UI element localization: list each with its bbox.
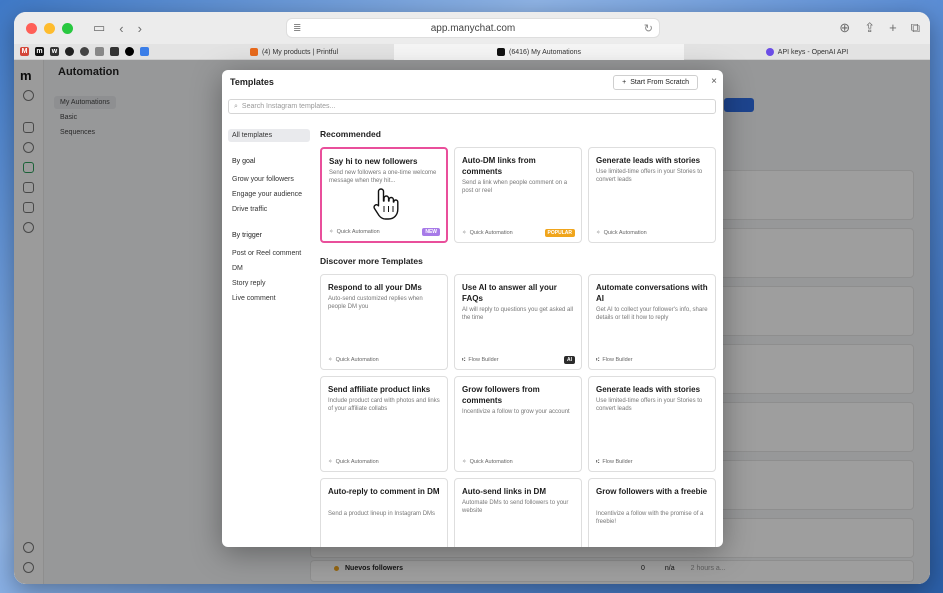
template-card[interactable]: Grow followers from comments Incentivize… (454, 376, 582, 472)
template-card[interactable]: Auto-DM links from comments Send a link … (454, 147, 582, 243)
sparkle-icon: ✧ (462, 459, 467, 465)
site-favicon-icon[interactable] (110, 47, 119, 56)
manychat-favicon-icon (497, 48, 505, 56)
zoom-window-button[interactable] (62, 22, 73, 34)
tab-bar: M m w (4) My products | Printful (6416) … (14, 44, 930, 60)
openai-favicon-icon (765, 48, 774, 56)
tab-overview-icon[interactable]: ⧉ (911, 20, 920, 36)
filter-dm[interactable]: DM (228, 262, 247, 275)
site-favicon-icon[interactable]: w (50, 47, 59, 56)
sparkle-icon: ✧ (329, 229, 334, 235)
gmail-favicon-icon[interactable]: M (20, 47, 29, 56)
filter-live-comment[interactable]: Live comment (228, 292, 280, 305)
minimize-window-button[interactable] (44, 22, 55, 34)
close-window-button[interactable] (26, 22, 37, 34)
plus-icon: + (622, 79, 627, 86)
templates-modal: Templates + Start From Scratch × ⌕ Searc… (222, 70, 723, 547)
template-card[interactable]: Send affiliate product links Include pro… (320, 376, 448, 472)
site-favicon-icon[interactable] (80, 47, 89, 56)
browser-titlebar: ▭ ‹ › ≣ app.manychat.com ↻ ⊕ ⇪ + ⧉ (14, 12, 930, 44)
tab-my-automations[interactable]: (6416) My Automations (394, 44, 684, 60)
sparkle-icon: ✧ (596, 230, 601, 236)
template-card[interactable]: Generate leads with stories Use limited-… (588, 147, 716, 243)
sparkle-icon: ✧ (328, 357, 333, 363)
flow-icon: ⑆ (462, 357, 466, 363)
site-favicon-icon[interactable] (140, 47, 149, 56)
filter-all-templates[interactable]: All templates (228, 129, 310, 142)
ai-badge: AI (564, 356, 575, 364)
reader-icon[interactable]: ≣ (293, 23, 301, 34)
url-text: app.manychat.com (430, 22, 516, 34)
sparkle-icon: ✧ (328, 459, 333, 465)
new-tab-icon[interactable]: + (889, 20, 897, 36)
site-favicon-icon[interactable] (95, 47, 104, 56)
hand-pointer-icon (373, 188, 399, 220)
forward-icon[interactable]: › (138, 21, 142, 36)
filter-heading-goal: By goal (232, 158, 256, 165)
filter-post-reel-comment[interactable]: Post or Reel comment (228, 247, 305, 260)
download-icon[interactable]: ⊕ (839, 20, 850, 36)
site-favicon-icon[interactable] (65, 47, 74, 56)
filter-grow-followers[interactable]: Grow your followers (228, 173, 298, 186)
tab-openai[interactable]: API keys - OpenAI API (684, 44, 930, 60)
flow-icon: ⑆ (596, 357, 600, 363)
search-icon: ⌕ (234, 102, 238, 110)
template-card[interactable]: Generate leads with stories Use limited-… (588, 376, 716, 472)
modal-title: Templates (230, 77, 274, 87)
filter-heading-trigger: By trigger (232, 232, 262, 239)
tab-printful[interactable]: (4) My products | Printful (194, 44, 394, 60)
new-badge: NEW (422, 228, 440, 236)
manychat-favicon-icon[interactable]: m (35, 47, 44, 56)
filter-story-reply[interactable]: Story reply (228, 277, 269, 290)
sparkle-icon: ✧ (462, 230, 467, 236)
flow-icon: ⑆ (596, 459, 600, 465)
start-from-scratch-button[interactable]: + Start From Scratch (613, 75, 698, 90)
discover-heading: Discover more Templates (320, 256, 423, 266)
close-icon[interactable]: × (711, 76, 717, 87)
filter-drive-traffic[interactable]: Drive traffic (228, 203, 271, 216)
address-bar[interactable]: ≣ app.manychat.com ↻ (286, 18, 660, 38)
template-card[interactable]: Automate conversations with AI Get AI to… (588, 274, 716, 370)
popular-badge: POPULAR (544, 229, 575, 237)
template-search-input[interactable]: ⌕ Search Instagram templates... (228, 99, 716, 114)
template-card[interactable]: Grow followers with a freebie Incentiviz… (588, 478, 716, 547)
share-icon[interactable]: ⇪ (864, 20, 875, 36)
printful-favicon-icon (249, 48, 258, 56)
back-icon[interactable]: ‹ (119, 21, 123, 36)
browser-window: ▭ ‹ › ≣ app.manychat.com ↻ ⊕ ⇪ + ⧉ M m w (14, 12, 930, 584)
site-favicon-icon[interactable] (125, 47, 134, 56)
template-card[interactable]: Auto-reply to comment in DM Send a produ… (320, 478, 448, 547)
reload-icon[interactable]: ↻ (644, 22, 653, 35)
sidebar-toggle-icon[interactable]: ▭ (93, 20, 105, 36)
template-card[interactable]: Respond to all your DMs Auto-send custom… (320, 274, 448, 370)
recommended-heading: Recommended (320, 129, 381, 139)
template-card[interactable]: Use AI to answer all your FAQs AI will r… (454, 274, 582, 370)
filter-engage-audience[interactable]: Engage your audience (228, 188, 306, 201)
template-card[interactable]: Auto-send links in DM Automate DMs to se… (454, 478, 582, 547)
